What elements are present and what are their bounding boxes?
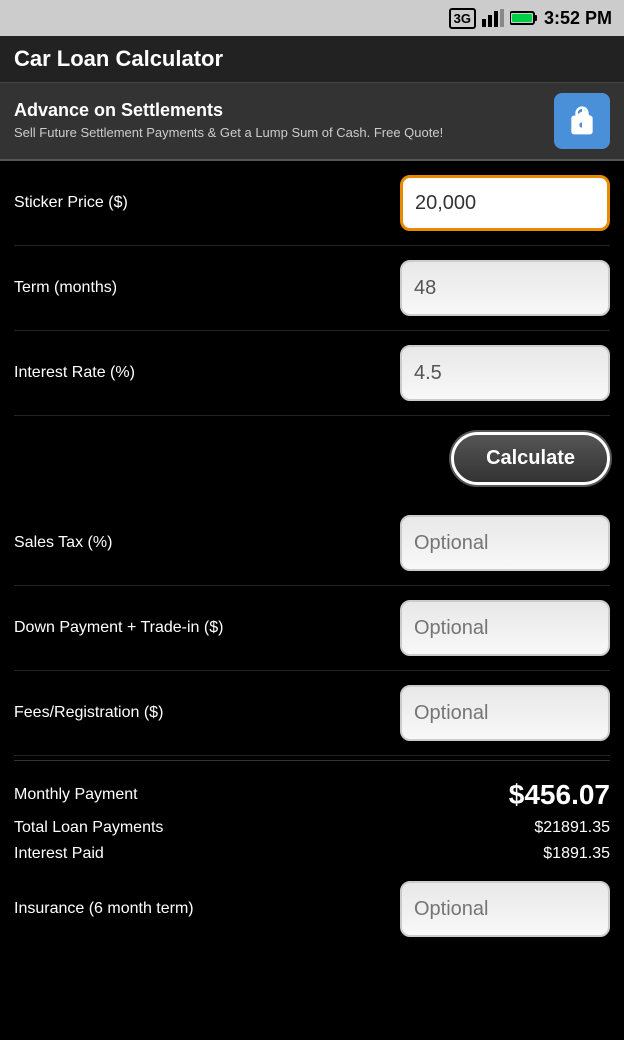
title-bar: Car Loan Calculator (0, 36, 624, 83)
total-loan-label: Total Loan Payments (14, 819, 163, 837)
down-payment-row: Down Payment + Trade-in ($) (14, 586, 610, 671)
ad-share-button[interactable] (554, 93, 610, 149)
results-section: Monthly Payment $456.07 Total Loan Payme… (14, 760, 610, 867)
down-payment-label: Down Payment + Trade-in ($) (14, 619, 400, 637)
insurance-row: Insurance (6 month term) (14, 867, 610, 943)
fees-registration-input[interactable] (400, 685, 610, 741)
interest-paid-label: Interest Paid (14, 845, 104, 863)
term-label: Term (months) (14, 279, 400, 297)
sticker-price-label: Sticker Price ($) (14, 194, 400, 212)
ad-subtitle: Sell Future Settlement Payments & Get a … (14, 125, 443, 142)
interest-rate-label: Interest Rate (%) (14, 364, 400, 382)
monthly-payment-value: $456.07 (509, 779, 610, 811)
calculate-row: Calculate (14, 416, 610, 501)
down-payment-input[interactable] (400, 600, 610, 656)
total-loan-row: Total Loan Payments $21891.35 (14, 815, 610, 841)
status-bar: 3G 3:52 PM (0, 0, 624, 36)
forward-icon (566, 105, 598, 137)
main-content: Sticker Price ($) Term (months) Interest… (0, 161, 624, 943)
sticker-price-input[interactable] (400, 175, 610, 231)
sticker-price-row: Sticker Price ($) (14, 161, 610, 246)
term-row: Term (months) (14, 246, 610, 331)
insurance-input[interactable] (400, 881, 610, 937)
calculate-button[interactable]: Calculate (451, 432, 610, 485)
battery-icon (510, 10, 538, 26)
network-3g-icon: 3G (449, 8, 476, 29)
ad-text-block: Advance on Settlements Sell Future Settl… (14, 100, 443, 142)
fees-registration-label: Fees/Registration ($) (14, 704, 400, 722)
insurance-label: Insurance (6 month term) (14, 900, 194, 918)
ad-title: Advance on Settlements (14, 100, 443, 121)
status-time: 3:52 PM (544, 8, 612, 29)
signal-icon (482, 9, 504, 27)
status-icons: 3G 3:52 PM (449, 8, 612, 29)
app-title: Car Loan Calculator (14, 46, 223, 71)
interest-rate-row: Interest Rate (%) (14, 331, 610, 416)
term-input[interactable] (400, 260, 610, 316)
interest-paid-value: $1891.35 (543, 845, 610, 863)
monthly-payment-label: Monthly Payment (14, 786, 138, 804)
sales-tax-input[interactable] (400, 515, 610, 571)
monthly-payment-row: Monthly Payment $456.07 (14, 775, 610, 815)
interest-rate-input[interactable] (400, 345, 610, 401)
ad-banner: Advance on Settlements Sell Future Settl… (0, 83, 624, 161)
sales-tax-row: Sales Tax (%) (14, 501, 610, 586)
sales-tax-label: Sales Tax (%) (14, 534, 400, 552)
total-loan-value: $21891.35 (534, 819, 610, 837)
interest-paid-row: Interest Paid $1891.35 (14, 841, 610, 867)
fees-registration-row: Fees/Registration ($) (14, 671, 610, 756)
